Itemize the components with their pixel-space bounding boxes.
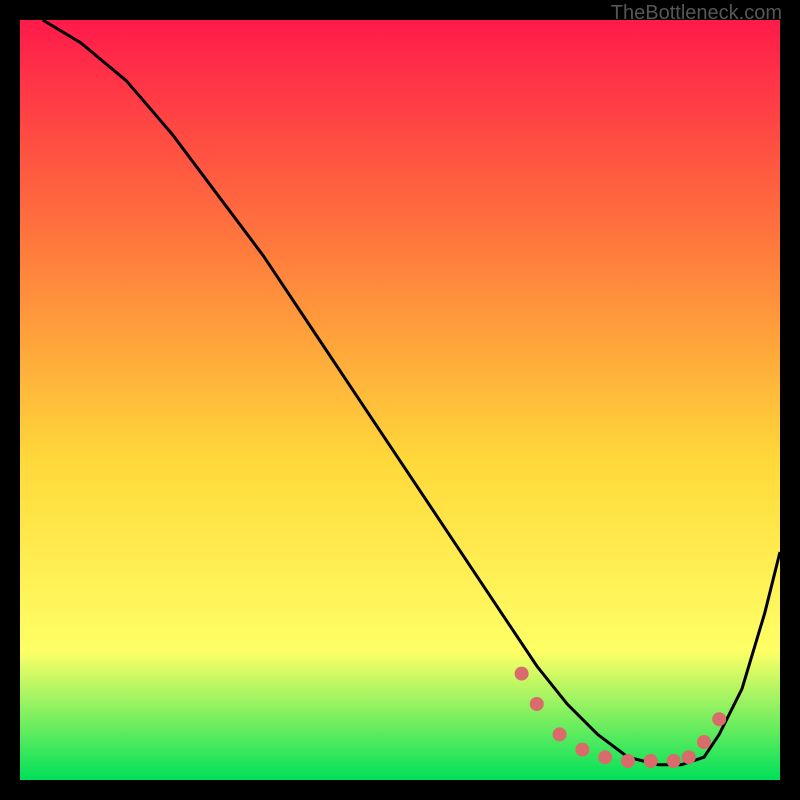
attribution-text: TheBottleneck.com	[611, 2, 782, 25]
highlight-dot	[530, 697, 544, 711]
highlight-dot	[644, 754, 658, 768]
highlight-dot	[553, 727, 567, 741]
chart-frame: TheBottleneck.com	[0, 0, 800, 800]
highlight-dot	[712, 712, 726, 726]
highlight-dot	[697, 735, 711, 749]
highlight-dot	[598, 750, 612, 764]
chart-svg	[20, 20, 780, 780]
highlight-dot	[575, 743, 589, 757]
highlight-dot	[682, 750, 696, 764]
gradient-background	[20, 20, 780, 780]
chart-plot-area	[20, 20, 780, 780]
highlight-dot	[621, 754, 635, 768]
highlight-dot	[667, 754, 681, 768]
highlight-dot	[515, 667, 529, 681]
